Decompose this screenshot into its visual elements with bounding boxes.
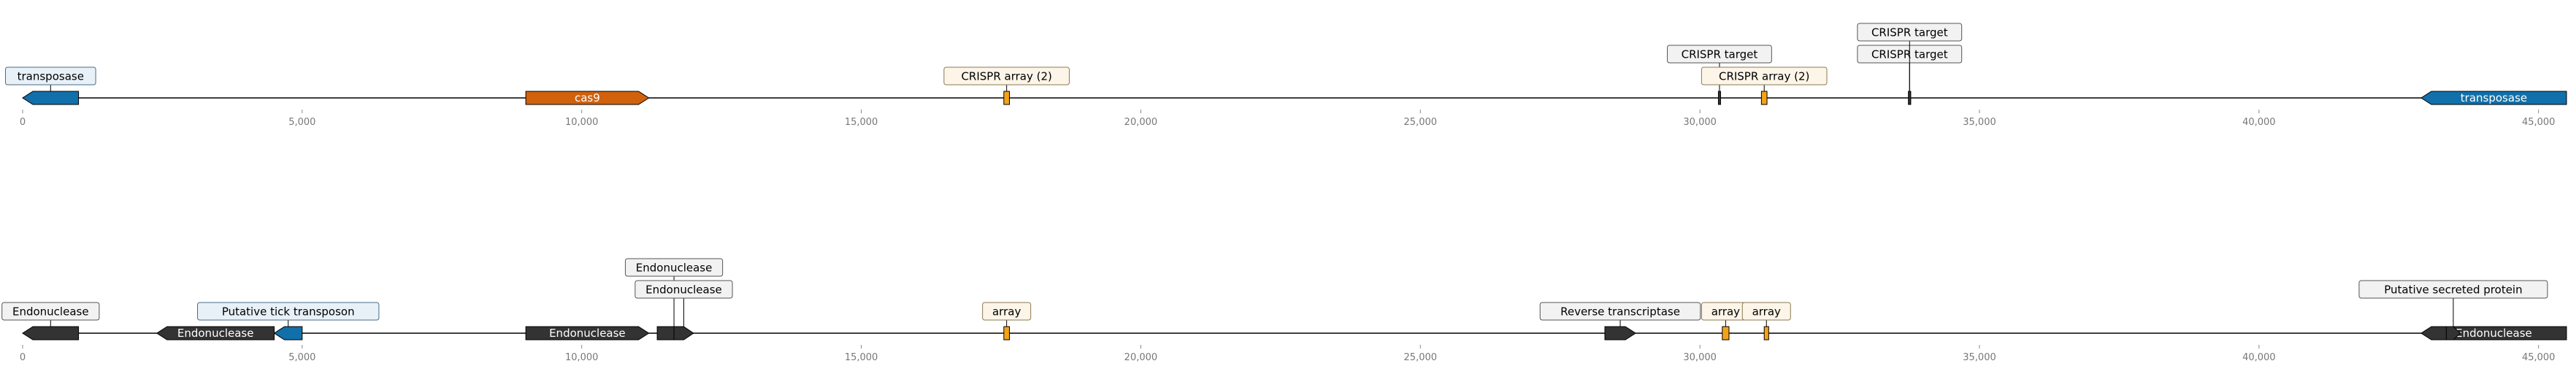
gene-label: Endonuclease: [12, 305, 89, 319]
gene-label: array: [1711, 305, 1740, 319]
axis-tick-label: 30,000: [1683, 117, 1717, 128]
axis-tick-label: 40,000: [2242, 352, 2276, 363]
gene-feature[interactable]: cas9: [525, 91, 650, 105]
axis-tick-label: 40,000: [2242, 117, 2276, 128]
gene-feature[interactable]: Endonuclease: [2420, 326, 2567, 341]
genome-diagram: 0 5,000 10,000 15,000 20,000 25,000 30,000 35,0…: [1, 23, 2567, 363]
axis-tick-label: 0: [20, 117, 26, 128]
gene-arrow[interactable]: [273, 326, 303, 341]
gene-feature[interactable]: Endonuclease: [525, 326, 650, 341]
axis-tick-label: 30,000: [1683, 352, 1717, 363]
gene-label: Putative secreted protein: [2384, 284, 2522, 297]
axis-tick-label: 15,000: [845, 352, 878, 363]
gene-label: CRISPR target: [1682, 48, 1758, 61]
axis-tick-label: 10,000: [565, 117, 599, 128]
gene-label: array: [1752, 305, 1781, 319]
gene-arrow[interactable]: [1717, 91, 1721, 105]
axis-tick-label: 20,000: [1124, 117, 1158, 128]
gene-arrow[interactable]: [22, 326, 80, 341]
gene-arrow[interactable]: [22, 91, 80, 105]
gene-label: Endonuclease: [549, 327, 626, 340]
gene-label: array: [992, 305, 1021, 319]
gene-arrow[interactable]: [1722, 326, 1730, 341]
gene-arrow[interactable]: [1908, 91, 1912, 105]
axis-tick-label: 25,000: [1404, 117, 1438, 128]
gene-arrow[interactable]: [1604, 326, 1637, 341]
axis-tick-label: 15,000: [845, 117, 878, 128]
gene-arrow[interactable]: [1003, 91, 1010, 105]
gene-label: cas9: [575, 91, 600, 104]
gene-feature[interactable]: Endonuclease: [156, 326, 275, 341]
gene-label: CRISPR target: [1871, 26, 1948, 39]
gene-label: transposase: [2461, 91, 2527, 104]
gene-feature[interactable]: Reverse transcriptase: [1539, 302, 1701, 341]
gene-feature[interactable]: CRISPR target: [1857, 23, 1963, 105]
axis-tick-label: 10,000: [565, 352, 599, 363]
gene-feature[interactable]: array: [1741, 302, 1791, 341]
axis-tick-label: 0: [20, 352, 26, 363]
gene-feature[interactable]: transposase: [2420, 91, 2567, 105]
axis-tick-label: 35,000: [1963, 117, 1996, 128]
gene-arrow[interactable]: [1760, 91, 1768, 105]
axis-tick-label: 45,000: [2522, 352, 2556, 363]
track-bottom: 0 5,000 10,000 15,000 20,000 25,000 30,000 35,0…: [1, 258, 2567, 363]
gene-label: Endonuclease: [636, 262, 713, 275]
gene-feature[interactable]: CRISPR array (2): [943, 66, 1070, 105]
gene-arrow[interactable]: [1003, 326, 1010, 341]
gene-label: Endonuclease: [2456, 327, 2532, 340]
gene-label: CRISPR array (2): [961, 70, 1051, 83]
axis-tick-label: 45,000: [2522, 117, 2556, 128]
gene-label: Reverse transcriptase: [1560, 305, 1680, 319]
gene-arrow[interactable]: [1763, 326, 1769, 341]
gene-label: Putative tick transposon: [222, 305, 355, 319]
gene-label: transposase: [18, 70, 84, 83]
gene-arrow[interactable]: [673, 326, 694, 341]
gene-feature[interactable]: array: [982, 302, 1032, 341]
axis-tick-label: 35,000: [1963, 352, 1996, 363]
gene-feature[interactable]: transposase: [4, 66, 96, 105]
gene-feature[interactable]: Endonuclease: [1, 302, 100, 341]
gene-label: CRISPR array (2): [1719, 70, 1809, 83]
gene-label: Endonuclease: [177, 327, 254, 340]
track-top: 0 5,000 10,000 15,000 20,000 25,000 30,000 35,0…: [4, 23, 2567, 128]
axis-tick-label: 5,000: [288, 352, 315, 363]
axis-tick-label: 20,000: [1124, 352, 1158, 363]
gene-feature[interactable]: Endonuclease: [635, 280, 733, 341]
axis-tick-label: 5,000: [288, 117, 315, 128]
axis-tick-label: 25,000: [1404, 352, 1438, 363]
gene-label: Endonuclease: [645, 284, 722, 297]
